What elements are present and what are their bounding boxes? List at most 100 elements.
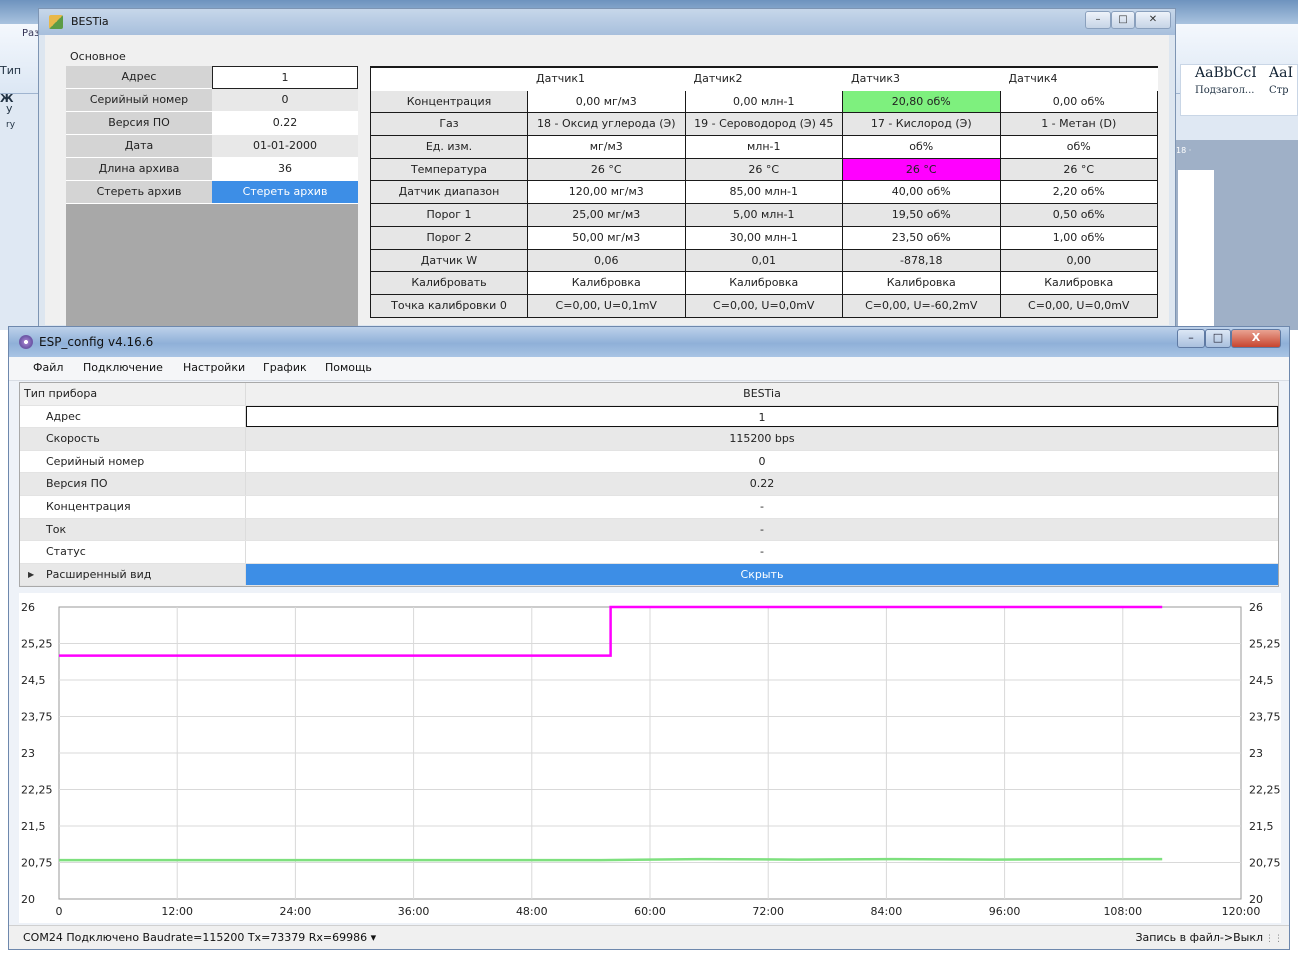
sensor-cell[interactable]: 26 °C [528,158,686,182]
connection-status[interactable]: COM24 Подключено Baudrate=115200 Tx=7337… [23,931,376,944]
word-style-subtitle[interactable]: AaBbCcI Подзагол... [1195,65,1257,96]
sensor-cell[interactable]: млн-1 [685,136,843,159]
sensor-row: Датчик диапазон 120,00 мг/м3 85,00 млн-1… [370,181,1158,205]
y-tick-label-right: 25,25 [1249,638,1281,651]
menu-chart[interactable]: График [263,361,307,374]
sensor-cell[interactable]: 0,00 млн-1 [685,90,843,114]
menu-help[interactable]: Помощь [325,361,372,374]
calibrate-button[interactable]: Калибровка [528,272,686,295]
info-row: Статус - [20,541,1278,564]
sensor-cell[interactable]: 0,00 об% [1000,90,1158,114]
sensor-cell[interactable]: 1,00 об% [1000,226,1158,250]
sensor-cell[interactable]: -878,18 [843,249,1001,273]
y-tick-label-right: 24,5 [1249,674,1274,687]
firmware-field[interactable]: 0.22 [246,473,1278,495]
y-tick-label-right: 26 [1249,601,1263,614]
archive-length-field[interactable]: 36 [212,158,358,181]
sensor-cell[interactable]: 23,50 об% [843,226,1001,250]
info-label: Серийный номер [20,450,246,473]
sensor-cell[interactable]: 40,00 об% [843,181,1001,205]
header-cell: Датчик2 [685,68,843,91]
expand-row[interactable]: ▶ Расширенный вид [20,563,246,586]
sensor-cell[interactable]: 26 °C [685,158,843,182]
erase-archive-button[interactable]: Стереть архив [212,181,358,204]
sensor-cell[interactable]: 0,50 об% [1000,204,1158,227]
sensor-cell[interactable]: 5,00 млн-1 [685,204,843,227]
firmware-field[interactable]: 0.22 [212,112,358,135]
menu-settings[interactable]: Настройки [183,361,245,374]
sensor-cell[interactable]: 2,20 об% [1000,181,1158,205]
style-sample: AaI [1269,65,1293,81]
calibrate-button[interactable]: Калибровка [843,272,1001,295]
sensor-cell[interactable]: C=0,00, U=-60,2mV [843,294,1001,318]
date-field[interactable]: 01-01-2000 [212,135,358,158]
close-button[interactable]: ✕ [1135,11,1171,29]
sensor-cell[interactable]: C=0,00, U=0,0mV [1000,294,1158,318]
sensor-row: Температура 26 °C 26 °C 26 °C 26 °C [370,158,1158,182]
calibrate-button[interactable]: Калибровка [1000,272,1158,295]
menu-file[interactable]: Файл [33,361,63,374]
header-cell [370,68,528,91]
minimize-button[interactable]: – [1177,329,1205,348]
info-row: ▶ Расширенный вид Скрыть [20,563,1278,587]
word-style-strong[interactable]: AaI Стр [1269,65,1293,96]
sensor-cell[interactable]: C=0,00, U=0,0mV [685,294,843,318]
sensor-cell[interactable]: 19 - Сероводород (Э) 45 [685,113,843,137]
sensor-cell-highlight[interactable]: 26 °C [843,158,1001,182]
sensor-cell[interactable]: об% [1000,136,1158,159]
style-name: Подзагол... [1195,85,1255,96]
minimize-button[interactable]: – [1085,11,1111,29]
sensor-cell[interactable]: 120,00 мг/м3 [528,181,686,205]
maximize-button[interactable]: □ [1205,329,1231,348]
param-row: Стереть архив Стереть архив [66,181,358,204]
close-button[interactable]: X [1231,329,1281,348]
sensor-row: Концентрация 0,00 мг/м3 0,00 млн-1 20,80… [370,90,1158,114]
resize-grip-icon[interactable]: ⋮⋮ [1265,934,1283,944]
sensor-cell[interactable]: 19,50 об% [843,204,1001,227]
device-type-value: BESTia [246,383,1278,405]
address-field[interactable]: 1 [246,405,1278,428]
sensor-cell[interactable]: 26 °C [1000,158,1158,182]
hide-button[interactable]: Скрыть [246,563,1278,586]
calibrate-button[interactable]: Калибровка [685,272,843,295]
sensor-cell[interactable]: 1 - Метан (D) [1000,113,1158,137]
param-row: Серийный номер 0 [66,89,358,112]
sensor-cell[interactable]: мг/м3 [528,136,686,159]
info-row: Адрес 1 [20,405,1278,429]
serial-field[interactable]: 0 [246,450,1278,473]
bestia-titlebar[interactable]: BESTia – □ ✕ [39,9,1175,35]
sensor-cell[interactable]: об% [843,136,1001,159]
sensor-cell-highlight[interactable]: 20,80 об% [843,90,1001,114]
x-tick-label: 48:00 [516,905,548,918]
row-label: Ед. изм. [370,136,528,159]
word-styles-gallery[interactable]: AaBbCcI Подзагол... AaI Стр [1180,64,1298,116]
y-tick-label-left: 20 [21,893,35,906]
sensor-cell[interactable]: 25,00 мг/м3 [528,204,686,227]
info-label: Статус [20,541,246,563]
row-label: Датчик W [370,249,528,273]
info-label: Концентрация [20,495,246,518]
x-tick-label: 60:00 [634,905,666,918]
word-left-stub: у [6,102,13,115]
baudrate-field[interactable]: 115200 bps [246,428,1278,450]
address-field[interactable]: 1 [212,66,358,89]
sensor-cell[interactable]: 50,00 мг/м3 [528,226,686,250]
menu-connection[interactable]: Подключение [83,361,163,374]
y-tick-label-right: 21,5 [1249,820,1274,833]
esp-titlebar[interactable]: ESP_config v4.16.6 – □ X [9,327,1289,357]
sensor-cell[interactable]: 30,00 млн-1 [685,226,843,250]
y-tick-label-left: 23 [21,747,35,760]
sensor-cell[interactable]: 17 - Кислород (Э) [843,113,1001,137]
sensor-cell[interactable]: 0,01 [685,249,843,273]
x-tick-label: 120:00 [1222,905,1261,918]
sensor-cell[interactable]: 0,06 [528,249,686,273]
serial-field[interactable]: 0 [212,89,358,112]
sensor-cell[interactable]: 18 - Оксид углерода (Э) [528,113,686,137]
sensor-cell[interactable]: 85,00 млн-1 [685,181,843,205]
expand-arrow-icon[interactable]: ▶ [28,564,34,586]
sensor-cell[interactable]: C=0,00, U=0,1mV [528,294,686,318]
sensor-cell[interactable]: 0,00 [1000,249,1158,273]
row-label: Датчик диапазон [370,181,528,205]
maximize-button[interactable]: □ [1111,11,1135,29]
sensor-cell[interactable]: 0,00 мг/м3 [528,90,686,114]
